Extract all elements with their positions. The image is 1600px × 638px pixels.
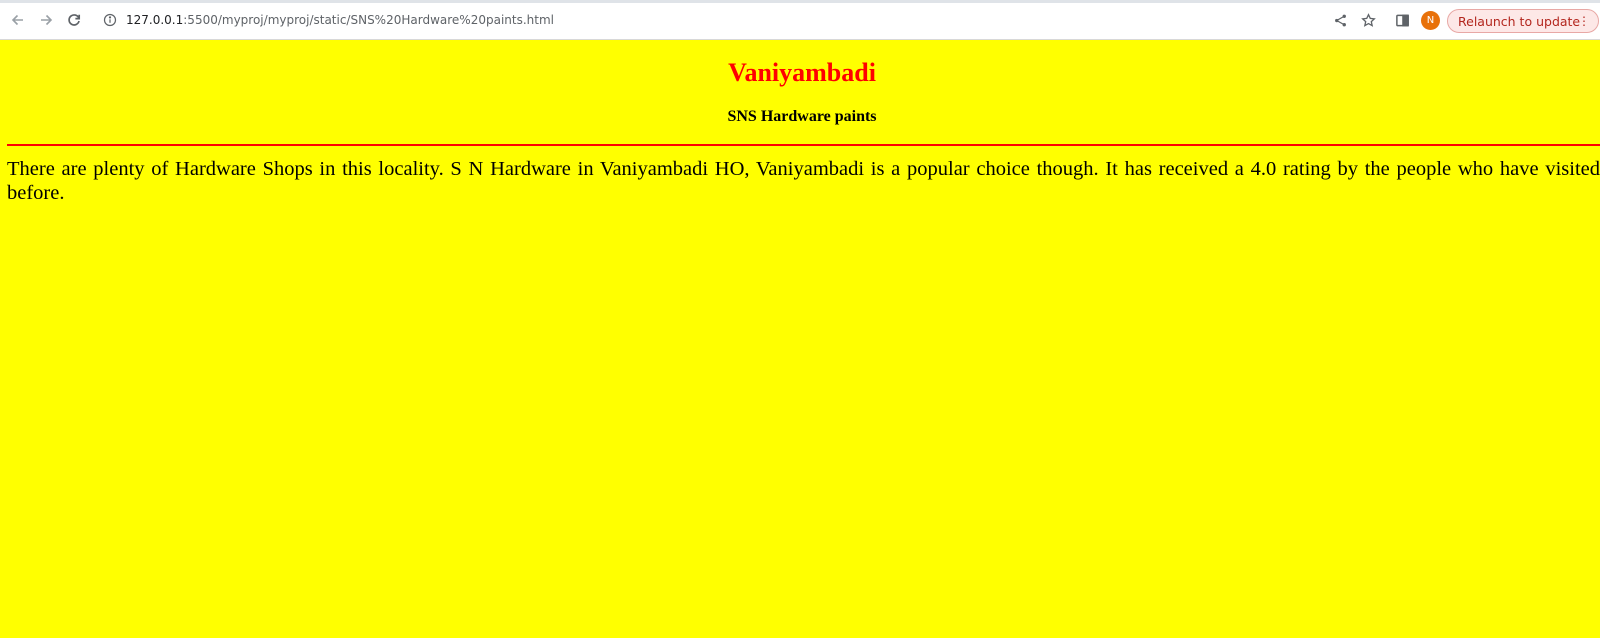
url-path: :5500/myproj/myproj/static/SNS%20Hardwar… — [183, 13, 554, 27]
profile-avatar[interactable]: N — [1421, 11, 1440, 30]
share-icon[interactable] — [1331, 11, 1349, 29]
star-icon[interactable] — [1359, 11, 1377, 29]
tab-strip-edge — [0, 0, 1600, 3]
browser-toolbar: 127.0.0.1:5500/myproj/myproj/static/SNS%… — [0, 0, 1600, 40]
page-content: Vaniyambadi SNS Hardware paints There ar… — [0, 40, 1600, 638]
address-bar[interactable]: 127.0.0.1:5500/myproj/myproj/static/SNS%… — [94, 8, 1314, 32]
info-icon[interactable] — [102, 12, 118, 28]
active-tab-edge — [0, 0, 1286, 3]
forward-arrow-icon[interactable] — [36, 10, 56, 30]
reload-icon[interactable] — [64, 10, 84, 30]
more-menu-icon[interactable]: ⋮ — [1578, 14, 1590, 28]
back-arrow-icon[interactable] — [8, 10, 28, 30]
url-text[interactable]: 127.0.0.1:5500/myproj/myproj/static/SNS%… — [126, 13, 554, 27]
description-paragraph: There are plenty of Hardware Shops in th… — [7, 158, 1600, 204]
divider — [7, 144, 1600, 146]
page-title: Vaniyambadi — [728, 58, 876, 87]
relaunch-to-update-button[interactable]: Relaunch to update ⋮ — [1447, 9, 1599, 33]
relaunch-label: Relaunch to update — [1458, 13, 1581, 29]
url-host: 127.0.0.1 — [126, 13, 184, 27]
page-subtitle: SNS Hardware paints — [727, 108, 877, 125]
side-panel-icon[interactable] — [1393, 11, 1411, 29]
